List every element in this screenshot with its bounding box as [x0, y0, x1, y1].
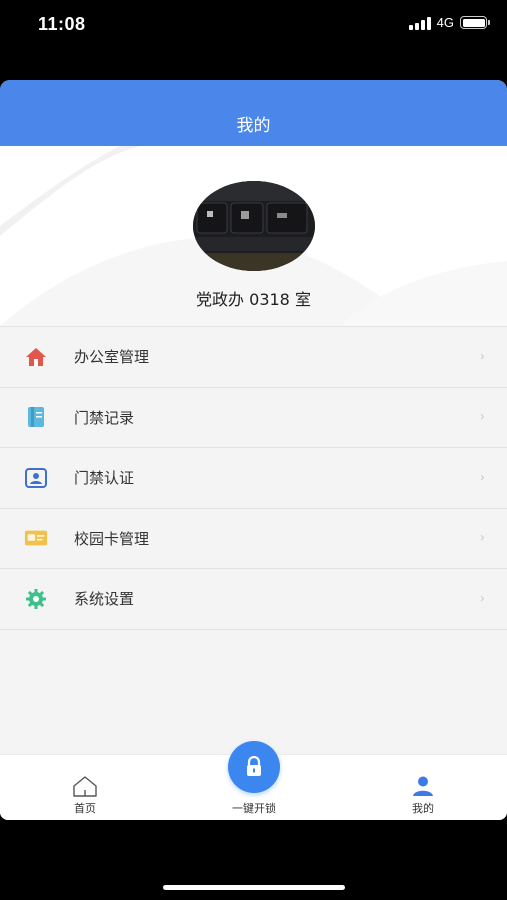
menu-item-label: 门禁记录: [74, 408, 135, 427]
chevron-right-icon: ›: [479, 591, 485, 607]
home-indicator[interactable]: [163, 885, 345, 890]
menu-item-label: 系统设置: [74, 590, 135, 609]
lock-icon: [247, 756, 261, 776]
record-book-icon: [24, 405, 48, 429]
menu-item-label: 门禁认证: [74, 469, 135, 488]
menu-item-access-authentication[interactable]: 门禁认证 ›: [0, 448, 507, 509]
home-icon: [24, 345, 48, 369]
menu-item-label: 校园卡管理: [74, 529, 150, 548]
tab-home[interactable]: 首页: [60, 775, 110, 816]
home-outline-icon: [73, 776, 97, 797]
signal-icon: [408, 16, 431, 30]
battery-icon: [460, 16, 490, 29]
profile-section: 党政办 0318 室: [0, 146, 507, 326]
menu-item-office-management[interactable]: 办公室管理 ›: [0, 327, 507, 388]
tab-label: 一键开锁: [232, 802, 276, 815]
chevron-right-icon: ›: [479, 409, 485, 425]
unlock-button[interactable]: [228, 741, 280, 793]
network-type: 4G: [436, 15, 454, 30]
menu-item-access-records[interactable]: 门禁记录 ›: [0, 388, 507, 448]
menu-item-system-settings[interactable]: 系统设置 ›: [0, 569, 507, 630]
user-icon: [413, 776, 433, 796]
avatar-image: [193, 181, 315, 271]
gear-icon: [24, 587, 48, 611]
tab-unlock[interactable]: 一键开锁: [208, 800, 300, 816]
app-screen: 我的 党政办 0318 室 办公室管理 › 门禁记录 › 门禁认证 › 校园卡管…: [0, 80, 507, 820]
tab-mine[interactable]: 我的: [398, 775, 448, 816]
id-card-icon: [24, 466, 48, 490]
tab-label: 我的: [412, 802, 434, 815]
menu-item-campus-card-management[interactable]: 校园卡管理 ›: [0, 509, 507, 569]
tab-label: 首页: [74, 802, 96, 815]
chevron-right-icon: ›: [479, 530, 485, 546]
page-title: 我的: [236, 115, 271, 136]
campus-card-icon: [24, 526, 48, 550]
chevron-right-icon: ›: [479, 470, 485, 486]
status-time: 11:08: [38, 14, 86, 34]
status-indicators: 4G: [408, 15, 490, 30]
chevron-right-icon: ›: [479, 349, 485, 365]
profile-name: 党政办 0318 室: [196, 290, 311, 309]
status-bar: 11:08 4G: [0, 0, 507, 50]
menu-list: 办公室管理 › 门禁记录 › 门禁认证 › 校园卡管理 › 系统设置 ›: [0, 326, 507, 630]
menu-item-label: 办公室管理: [74, 348, 150, 367]
title-bar: 我的: [0, 80, 507, 146]
avatar[interactable]: [193, 181, 315, 271]
